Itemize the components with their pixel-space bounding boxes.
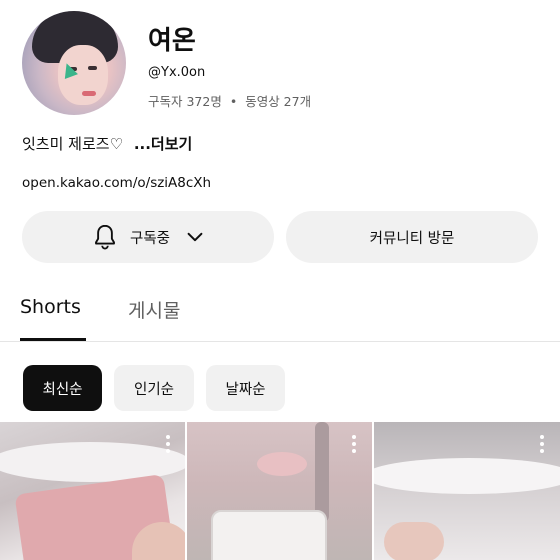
- description-text: 잇츠미 제로즈♡: [22, 135, 124, 153]
- channel-external-link[interactable]: open.kakao.com/o/sziA8cXh: [22, 175, 211, 191]
- bell-icon: [95, 224, 115, 250]
- sort-chip-latest[interactable]: 최신순: [23, 365, 102, 411]
- more-vert-icon[interactable]: [166, 435, 170, 453]
- channel-stats: 구독자 372명 • 동영상 27개: [148, 91, 311, 110]
- subscribed-button[interactable]: 구독중: [22, 211, 274, 263]
- channel-description[interactable]: 잇츠미 제로즈♡ ...더보기: [22, 133, 192, 154]
- community-visit-button[interactable]: 커뮤니티 방문: [286, 211, 538, 263]
- thumbnail-image-detail: [257, 452, 307, 476]
- tab-shorts[interactable]: Shorts: [20, 296, 81, 318]
- shorts-thumbnail[interactable]: [187, 422, 372, 560]
- more-vert-icon[interactable]: [540, 435, 544, 453]
- thumbnail-image-detail: [374, 458, 560, 494]
- chevron-down-icon: [187, 232, 203, 242]
- channel-name: 여온: [148, 26, 196, 56]
- tab-posts[interactable]: 게시물: [128, 296, 180, 323]
- tab-divider: [0, 341, 560, 342]
- video-count: 동영상 27개: [245, 94, 312, 109]
- subscribed-label: 구독중: [129, 230, 171, 247]
- community-visit-label: 커뮤니티 방문: [369, 230, 455, 247]
- thumbnail-image-detail: [315, 422, 329, 522]
- shorts-thumbnail[interactable]: [374, 422, 560, 560]
- more-vert-icon[interactable]: [352, 435, 356, 453]
- shorts-thumbnail[interactable]: [0, 422, 185, 560]
- subscriber-count: 구독자 372명: [148, 94, 222, 109]
- sort-chip-date[interactable]: 날짜순: [206, 365, 285, 411]
- channel-handle: @Yx.0on: [148, 65, 206, 80]
- channel-avatar[interactable]: [22, 11, 126, 115]
- more-description-link[interactable]: ...더보기: [134, 135, 193, 153]
- sort-chip-popular[interactable]: 인기순: [114, 365, 194, 411]
- avatar-lips: [82, 91, 96, 96]
- stats-separator: •: [229, 94, 238, 109]
- thumbnail-image-detail: [384, 522, 444, 560]
- avatar-eye: [88, 66, 97, 70]
- thumbnail-image-detail: [211, 510, 327, 560]
